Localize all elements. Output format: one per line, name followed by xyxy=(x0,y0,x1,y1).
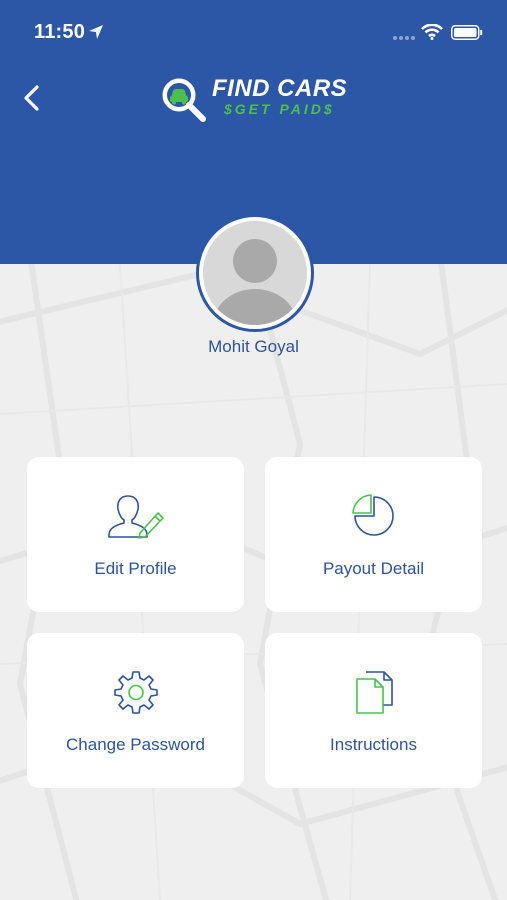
user-placeholder-avatar xyxy=(203,221,307,325)
magnifier-car-icon xyxy=(162,78,206,122)
logo-subtitle: $GET PAID$ xyxy=(224,101,335,117)
battery-icon xyxy=(451,25,483,40)
app-logo: FIND CARS $GET PAID$ xyxy=(160,74,360,122)
documents-icon xyxy=(355,671,393,714)
pie-chart-icon xyxy=(351,494,394,536)
wifi-icon xyxy=(421,24,443,40)
gear-icon xyxy=(113,671,158,714)
edit-profile-card[interactable]: Edit Profile xyxy=(27,457,244,612)
avatar[interactable] xyxy=(203,221,307,325)
change-password-card[interactable]: Change Password xyxy=(27,633,244,788)
status-time: 11:50 xyxy=(34,21,86,43)
back-button[interactable] xyxy=(14,80,50,116)
logo-title: FIND CARS xyxy=(212,75,348,102)
instructions-card[interactable]: Instructions xyxy=(265,633,482,788)
edit-profile-label: Edit Profile xyxy=(94,559,177,578)
location-arrow-icon xyxy=(89,25,103,39)
edit-user-icon xyxy=(107,495,164,539)
payout-detail-card[interactable]: Payout Detail xyxy=(265,457,482,612)
user-name: Mohit Goyal xyxy=(208,337,299,356)
payout-detail-label: Payout Detail xyxy=(322,559,425,578)
status-bar: 11:50 xyxy=(0,0,507,66)
change-password-label: Change Password xyxy=(66,735,205,754)
signal-dots-icon xyxy=(393,36,415,40)
instructions-label: Instructions xyxy=(330,735,417,754)
chevron-left-icon xyxy=(24,85,39,111)
